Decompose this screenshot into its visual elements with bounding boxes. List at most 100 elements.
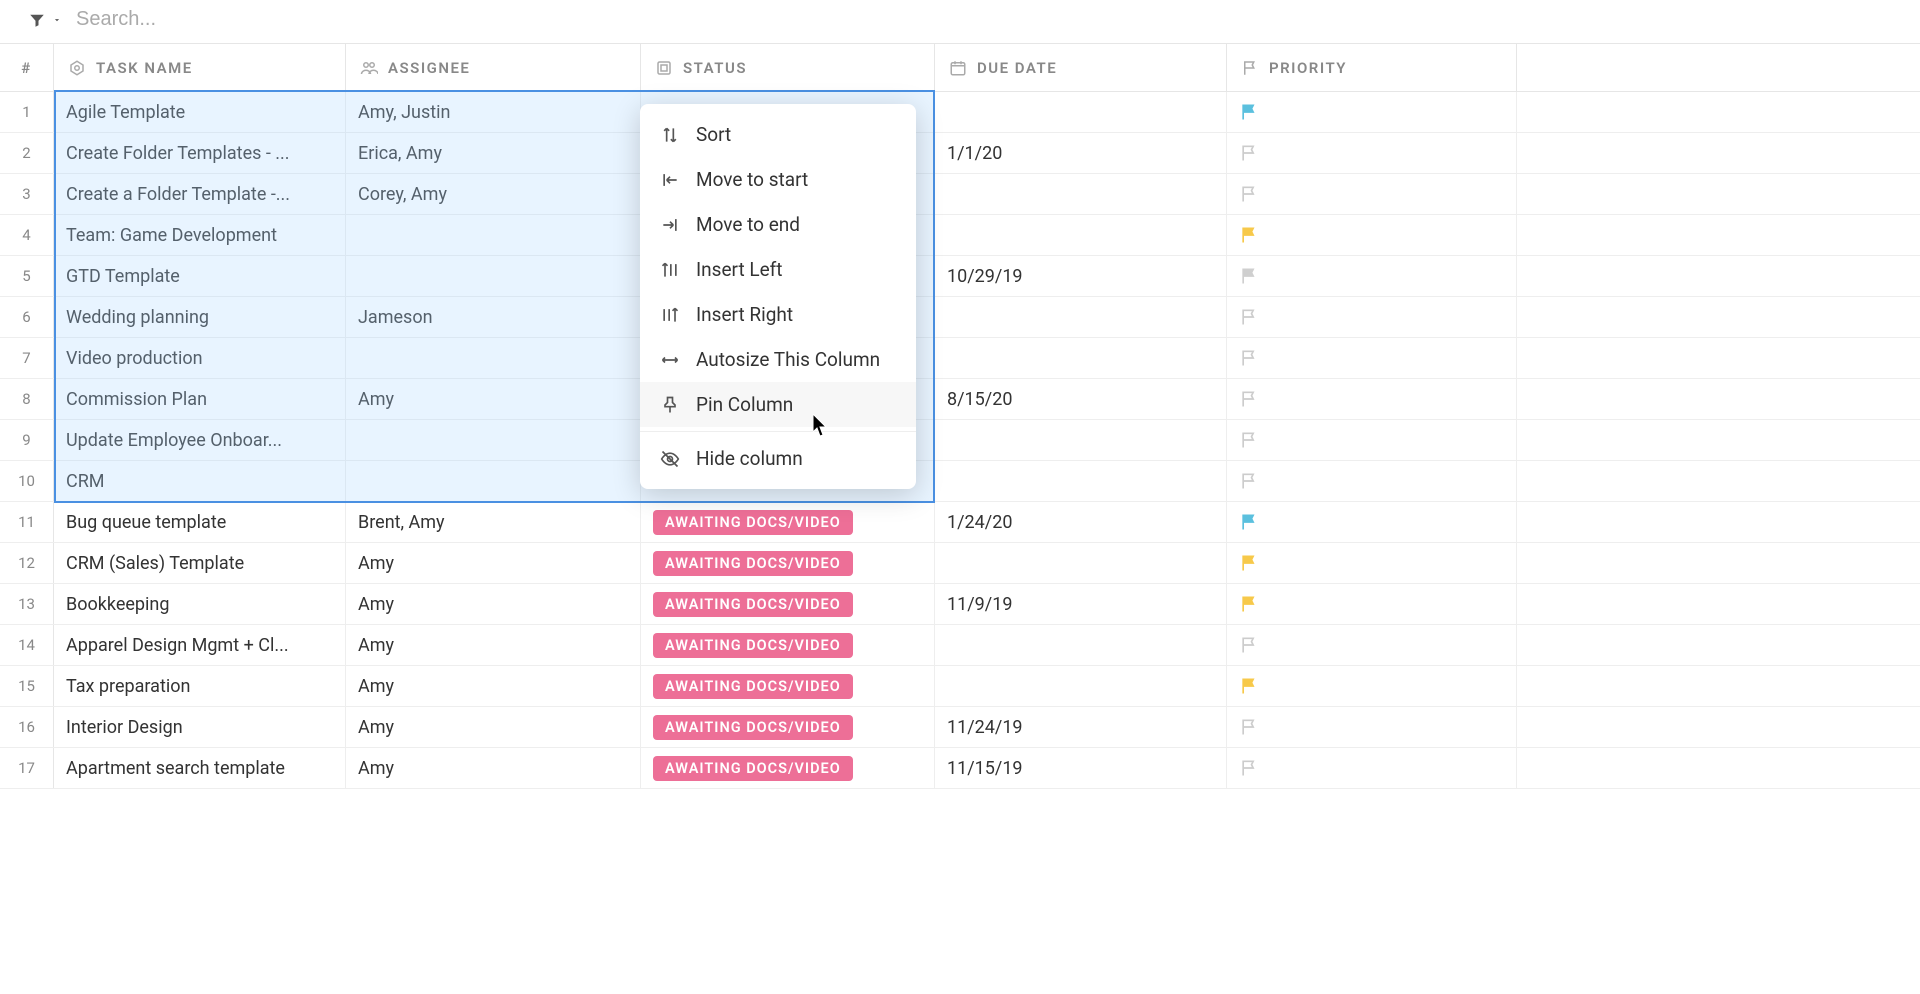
col-header-num[interactable]: # bbox=[0, 44, 54, 91]
priority-cell[interactable] bbox=[1227, 256, 1517, 296]
assignee-cell[interactable]: Erica, Amy bbox=[346, 133, 641, 173]
due-date-cell[interactable]: 10/29/19 bbox=[935, 256, 1227, 296]
due-date-cell[interactable] bbox=[935, 338, 1227, 378]
table-row[interactable]: 7Video production bbox=[0, 338, 1920, 379]
task-name-cell[interactable]: Update Employee Onboar... bbox=[54, 420, 346, 460]
col-header-due[interactable]: DUE DATE bbox=[935, 44, 1227, 91]
priority-cell[interactable] bbox=[1227, 215, 1517, 255]
assignee-cell[interactable]: Corey, Amy bbox=[346, 174, 641, 214]
table-row[interactable]: 8Commission PlanAmy8/15/20 bbox=[0, 379, 1920, 420]
task-name-cell[interactable]: CRM bbox=[54, 461, 346, 501]
priority-cell[interactable] bbox=[1227, 625, 1517, 665]
priority-cell[interactable] bbox=[1227, 133, 1517, 173]
assignee-cell[interactable]: Amy bbox=[346, 748, 641, 788]
col-header-task[interactable]: TASK NAME bbox=[54, 44, 346, 91]
task-name-cell[interactable]: GTD Template bbox=[54, 256, 346, 296]
priority-cell[interactable] bbox=[1227, 92, 1517, 132]
due-date-cell[interactable] bbox=[935, 420, 1227, 460]
assignee-cell[interactable] bbox=[346, 256, 641, 296]
priority-cell[interactable] bbox=[1227, 543, 1517, 583]
due-date-cell[interactable]: 11/24/19 bbox=[935, 707, 1227, 747]
due-date-cell[interactable] bbox=[935, 174, 1227, 214]
due-date-cell[interactable]: 11/9/19 bbox=[935, 584, 1227, 624]
assignee-cell[interactable] bbox=[346, 338, 641, 378]
table-row[interactable]: 9Update Employee Onboar... bbox=[0, 420, 1920, 461]
priority-cell[interactable] bbox=[1227, 379, 1517, 419]
status-cell[interactable]: AWAITING DOCS/VIDEO bbox=[641, 543, 935, 583]
menu-move-start[interactable]: Move to start bbox=[640, 157, 916, 202]
assignee-cell[interactable]: Amy bbox=[346, 543, 641, 583]
table-row[interactable]: 16Interior DesignAmyAWAITING DOCS/VIDEO1… bbox=[0, 707, 1920, 748]
table-row[interactable]: 11Bug queue templateBrent, AmyAWAITING D… bbox=[0, 502, 1920, 543]
task-name-cell[interactable]: Apartment search template bbox=[54, 748, 346, 788]
table-row[interactable]: 14Apparel Design Mgmt + Cl...AmyAWAITING… bbox=[0, 625, 1920, 666]
due-date-cell[interactable]: 1/24/20 bbox=[935, 502, 1227, 542]
menu-hide-column[interactable]: Hide column bbox=[640, 436, 916, 481]
col-header-status[interactable]: STATUS bbox=[641, 44, 935, 91]
priority-cell[interactable] bbox=[1227, 666, 1517, 706]
status-cell[interactable]: AWAITING DOCS/VIDEO bbox=[641, 707, 935, 747]
task-name-cell[interactable]: Commission Plan bbox=[54, 379, 346, 419]
menu-sort[interactable]: Sort bbox=[640, 112, 916, 157]
task-name-cell[interactable]: Team: Game Development bbox=[54, 215, 346, 255]
col-header-assignee[interactable]: ASSIGNEE bbox=[346, 44, 641, 91]
task-name-cell[interactable]: Create Folder Templates - ... bbox=[54, 133, 346, 173]
assignee-cell[interactable]: Amy, Justin bbox=[346, 92, 641, 132]
table-row[interactable]: 2Create Folder Templates - ...Erica, Amy… bbox=[0, 133, 1920, 174]
task-name-cell[interactable]: Video production bbox=[54, 338, 346, 378]
assignee-cell[interactable] bbox=[346, 461, 641, 501]
table-row[interactable]: 6Wedding planningJameson bbox=[0, 297, 1920, 338]
table-row[interactable]: 15Tax preparationAmyAWAITING DOCS/VIDEO bbox=[0, 666, 1920, 707]
due-date-cell[interactable] bbox=[935, 543, 1227, 583]
due-date-cell[interactable] bbox=[935, 297, 1227, 337]
task-name-cell[interactable]: Wedding planning bbox=[54, 297, 346, 337]
table-row[interactable]: 17Apartment search templateAmyAWAITING D… bbox=[0, 748, 1920, 789]
status-cell[interactable]: AWAITING DOCS/VIDEO bbox=[641, 584, 935, 624]
menu-insert-left[interactable]: Insert Left bbox=[640, 247, 916, 292]
due-date-cell[interactable]: 11/15/19 bbox=[935, 748, 1227, 788]
menu-pin-column[interactable]: Pin Column bbox=[640, 382, 916, 427]
menu-move-end[interactable]: Move to end bbox=[640, 202, 916, 247]
table-row[interactable]: 4Team: Game Development bbox=[0, 215, 1920, 256]
assignee-cell[interactable]: Amy bbox=[346, 379, 641, 419]
priority-cell[interactable] bbox=[1227, 584, 1517, 624]
table-row[interactable]: 13BookkeepingAmyAWAITING DOCS/VIDEO11/9/… bbox=[0, 584, 1920, 625]
task-name-cell[interactable]: Tax preparation bbox=[54, 666, 346, 706]
due-date-cell[interactable] bbox=[935, 92, 1227, 132]
table-row[interactable]: 10CRM bbox=[0, 461, 1920, 502]
due-date-cell[interactable]: 1/1/20 bbox=[935, 133, 1227, 173]
priority-cell[interactable] bbox=[1227, 174, 1517, 214]
table-row[interactable]: 12CRM (Sales) TemplateAmyAWAITING DOCS/V… bbox=[0, 543, 1920, 584]
priority-cell[interactable] bbox=[1227, 461, 1517, 501]
due-date-cell[interactable] bbox=[935, 215, 1227, 255]
status-cell[interactable]: AWAITING DOCS/VIDEO bbox=[641, 502, 935, 542]
due-date-cell[interactable] bbox=[935, 666, 1227, 706]
due-date-cell[interactable] bbox=[935, 625, 1227, 665]
priority-cell[interactable] bbox=[1227, 338, 1517, 378]
due-date-cell[interactable]: 8/15/20 bbox=[935, 379, 1227, 419]
status-cell[interactable]: AWAITING DOCS/VIDEO bbox=[641, 625, 935, 665]
table-row[interactable]: 5GTD Template10/29/19 bbox=[0, 256, 1920, 297]
task-name-cell[interactable]: Bookkeeping bbox=[54, 584, 346, 624]
assignee-cell[interactable]: Jameson bbox=[346, 297, 641, 337]
status-cell[interactable]: AWAITING DOCS/VIDEO bbox=[641, 748, 935, 788]
table-row[interactable]: 3Create a Folder Template -...Corey, Amy bbox=[0, 174, 1920, 215]
assignee-cell[interactable]: Amy bbox=[346, 625, 641, 665]
priority-cell[interactable] bbox=[1227, 420, 1517, 460]
task-name-cell[interactable]: Apparel Design Mgmt + Cl... bbox=[54, 625, 346, 665]
filter-dropdown[interactable] bbox=[28, 11, 62, 29]
task-name-cell[interactable]: CRM (Sales) Template bbox=[54, 543, 346, 583]
menu-autosize[interactable]: Autosize This Column bbox=[640, 337, 916, 382]
priority-cell[interactable] bbox=[1227, 297, 1517, 337]
search-input[interactable] bbox=[76, 8, 376, 31]
task-name-cell[interactable]: Agile Template bbox=[54, 92, 346, 132]
assignee-cell[interactable]: Amy bbox=[346, 707, 641, 747]
menu-insert-right[interactable]: Insert Right bbox=[640, 292, 916, 337]
assignee-cell[interactable] bbox=[346, 215, 641, 255]
task-name-cell[interactable]: Create a Folder Template -... bbox=[54, 174, 346, 214]
task-name-cell[interactable]: Interior Design bbox=[54, 707, 346, 747]
status-cell[interactable]: AWAITING DOCS/VIDEO bbox=[641, 666, 935, 706]
col-header-priority[interactable]: PRIORITY bbox=[1227, 44, 1517, 91]
table-row[interactable]: 1Agile TemplateAmy, Justin bbox=[0, 92, 1920, 133]
priority-cell[interactable] bbox=[1227, 502, 1517, 542]
